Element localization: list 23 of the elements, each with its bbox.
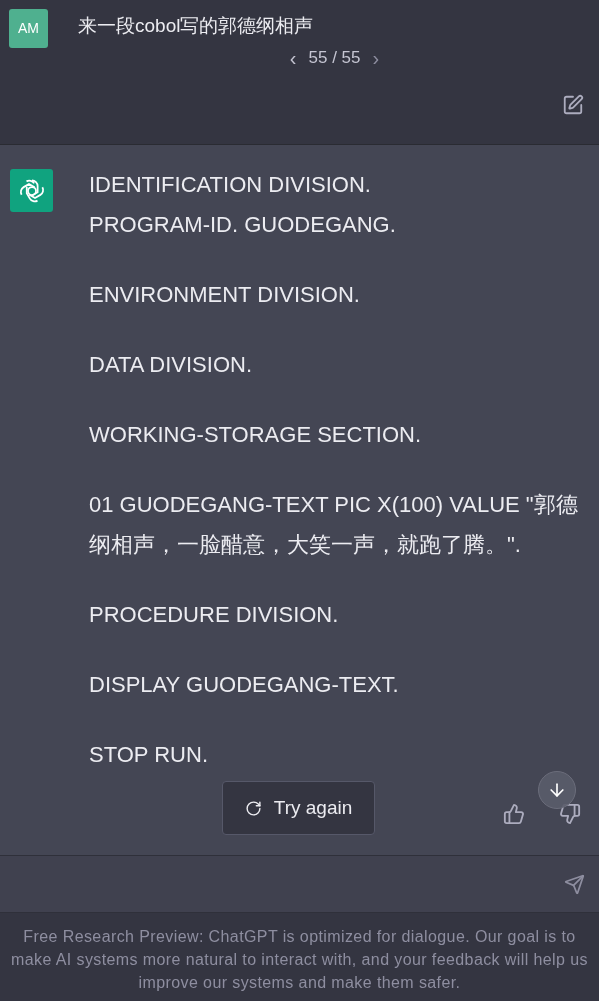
code-line: WORKING-STORAGE SECTION. <box>89 421 423 449</box>
refresh-icon <box>244 799 262 817</box>
code-line: PROCEDURE DIVISION. <box>89 601 340 629</box>
code-line: ENVIRONMENT DIVISION. <box>89 281 361 309</box>
scroll-down-button[interactable] <box>538 771 576 809</box>
code-line: DISPLAY GUODEGANG-TEXT. <box>89 671 400 699</box>
code-line: IDENTIFICATION DIVISION. <box>89 171 372 199</box>
message-input-field[interactable] <box>0 855 599 913</box>
send-icon[interactable] <box>564 873 585 895</box>
user-avatar: AM <box>9 9 48 48</box>
thumbs-up-icon[interactable] <box>503 803 525 825</box>
page-counter: 55 / 55 <box>308 47 361 69</box>
user-prompt: 来一段cobol写的郭德纲相声 <box>78 14 314 38</box>
next-button[interactable]: › <box>368 47 384 68</box>
code-line: 01 GUODEGANG-TEXT PIC X(100) VALUE "郭德纲相声，一脸醋意，大笑一声，就跑了腾。". <box>89 491 579 559</box>
thumbs-down-icon[interactable] <box>559 803 581 825</box>
footer-disclaimer: Free Research Preview: ChatGPT is optimized for dialogue. Our goal is to make AI systems more natural to interact with, and your feedback will help us improve our systems and make them safer. <box>10 927 589 993</box>
try-again-button[interactable]: Try again <box>222 781 375 835</box>
previous-button[interactable]: ‹ <box>285 47 301 68</box>
code-line: DATA DIVISION. <box>89 351 253 379</box>
code-line: PROGRAM-ID. GUODEGANG. <box>89 211 397 239</box>
edit-icon[interactable] <box>562 94 584 116</box>
code-line: STOP RUN. <box>89 741 209 769</box>
